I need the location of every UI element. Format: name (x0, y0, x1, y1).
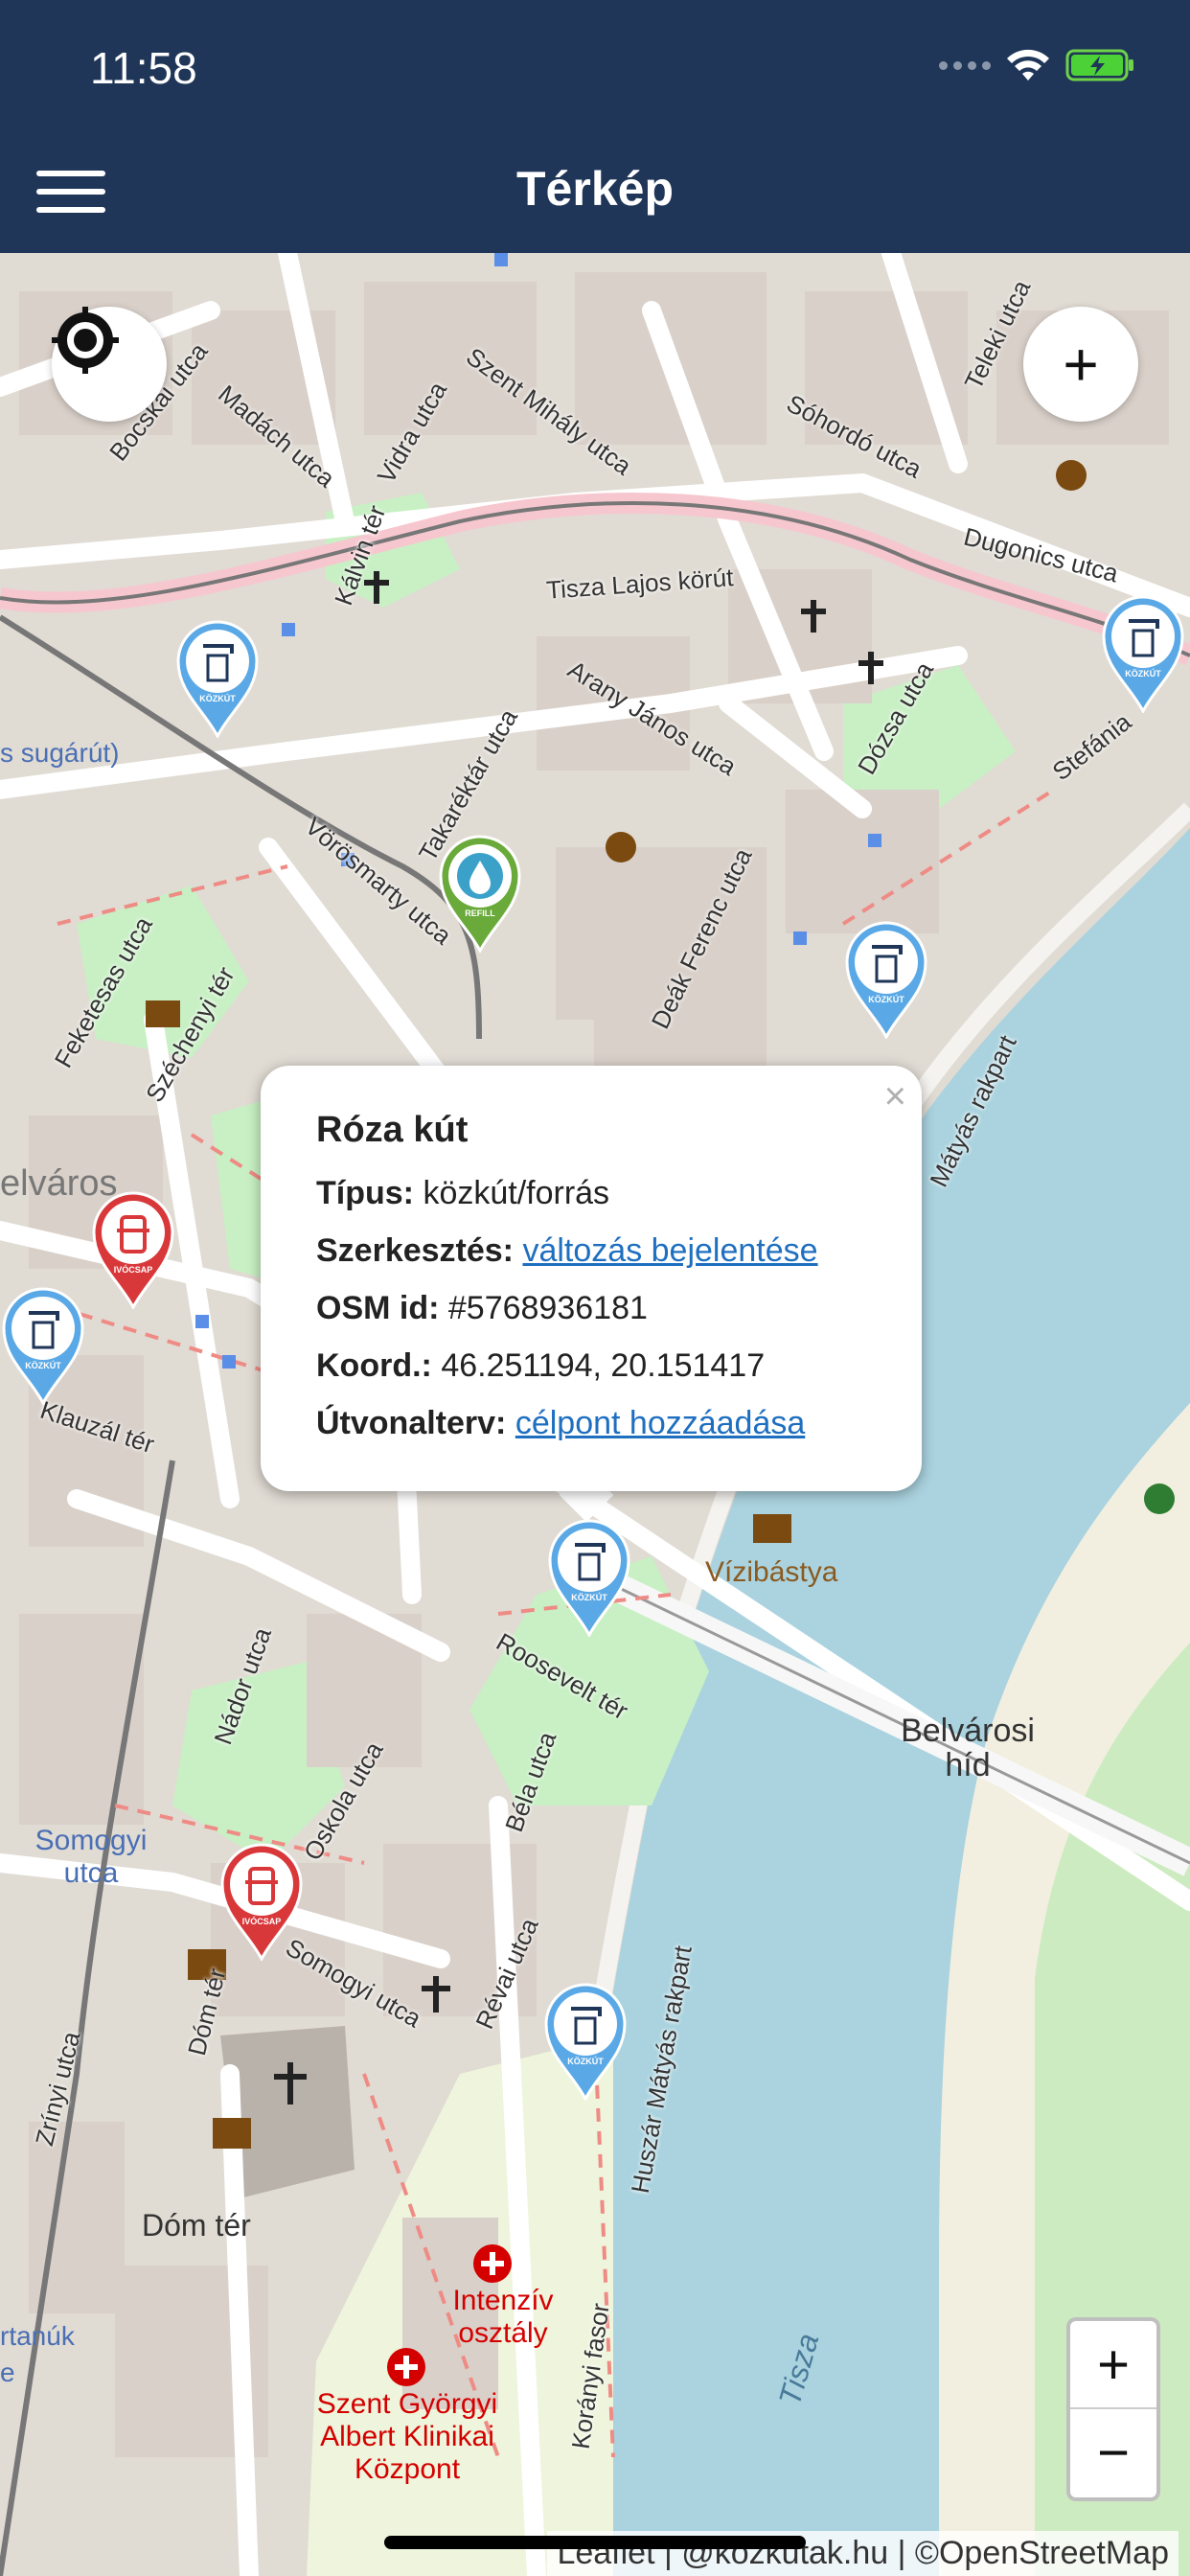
popup-route-row: Útvonalterv: célpont hozzáadása (316, 1405, 806, 1441)
popup-edit-row: Szerkesztés: változás bejelentése (316, 1232, 818, 1269)
kozkut-marker-icon[interactable]: KÖZKÚT (542, 1980, 629, 2101)
ivocsap-marker-icon[interactable]: IVÓCSAP (218, 1840, 305, 1961)
kozkut-marker-icon[interactable]: KÖZKÚT (1100, 592, 1186, 713)
battery-icon (1065, 49, 1133, 81)
kozkut-marker-icon[interactable]: KÖZKÚT (843, 918, 929, 1039)
place-label: Intenzív osztály (452, 2285, 554, 2349)
place-label: rtanúk (0, 2321, 75, 2351)
home-indicator (384, 2536, 806, 2549)
plus-icon: + (1063, 330, 1099, 399)
marker-label: KÖZKÚT (199, 693, 236, 703)
refill-marker-icon[interactable]: REFILL (437, 832, 523, 953)
status-time: 11:58 (90, 43, 197, 93)
place-label: Szent Györgyi Albert Klinikai Központ (316, 2388, 498, 2485)
page-title: Térkép (516, 162, 674, 216)
kozkut-marker-icon[interactable]: KÖZKÚT (174, 617, 261, 738)
place-label: Belvárosi híd (901, 1713, 1035, 1783)
marker-label: KÖZKÚT (567, 2056, 604, 2066)
marker-label: KÖZKÚT (1125, 668, 1161, 678)
wifi-icon (1007, 49, 1049, 80)
marker-label: KÖZKÚT (25, 1360, 61, 1370)
place-label: s sugárút) (0, 738, 120, 768)
popup-type-row: Típus: közkút/forrás (316, 1175, 610, 1211)
report-change-link[interactable]: változás bejelentése (522, 1232, 817, 1269)
add-destination-link[interactable]: célpont hozzáadása (515, 1405, 805, 1441)
ivocsap-marker-icon[interactable]: IVÓCSAP (90, 1188, 176, 1309)
marker-label: IVÓCSAP (242, 1916, 282, 1926)
status-icons (939, 48, 1134, 82)
app-header: 11:58 Térkép (0, 0, 1190, 253)
zoom-out-button[interactable]: − (1070, 2407, 1156, 2496)
close-icon[interactable]: × (884, 1075, 906, 1118)
marker-label: KÖZKÚT (868, 994, 904, 1004)
cellular-signal-icon (939, 60, 991, 70)
popup-coord-row: Koord.: 46.251194, 20.151417 (316, 1347, 766, 1384)
fountain-popup: × Róza kút Típus: közkút/forrás Szerkesz… (261, 1066, 922, 1491)
popup-title: Róza kút (316, 1110, 469, 1150)
zoom-in-button[interactable]: + (1070, 2321, 1156, 2407)
place-label: Somogyi utca (34, 1825, 148, 1889)
marker-label: REFILL (465, 908, 495, 918)
crosshair-icon (52, 307, 119, 374)
zoom-control: + − (1066, 2317, 1160, 2501)
marker-label: IVÓCSAP (114, 1264, 153, 1275)
map-view[interactable]: Tisza Lajos körút Dugonics utca Sóhordó … (0, 253, 1190, 2576)
kozkut-marker-icon[interactable]: KÖZKÚT (0, 1284, 86, 1405)
popup-osm-row: OSM id: #5768936181 (316, 1290, 648, 1326)
place-label: Vízibástya (705, 1556, 838, 1588)
place-label: e (0, 2358, 15, 2387)
marker-label: KÖZKÚT (571, 1592, 607, 1602)
locate-me-button[interactable] (52, 307, 167, 422)
add-fountain-button[interactable]: + (1023, 307, 1138, 422)
place-label: Dóm tér (142, 2208, 251, 2242)
kozkut-marker-icon-selected[interactable]: KÖZKÚT (546, 1516, 632, 1637)
